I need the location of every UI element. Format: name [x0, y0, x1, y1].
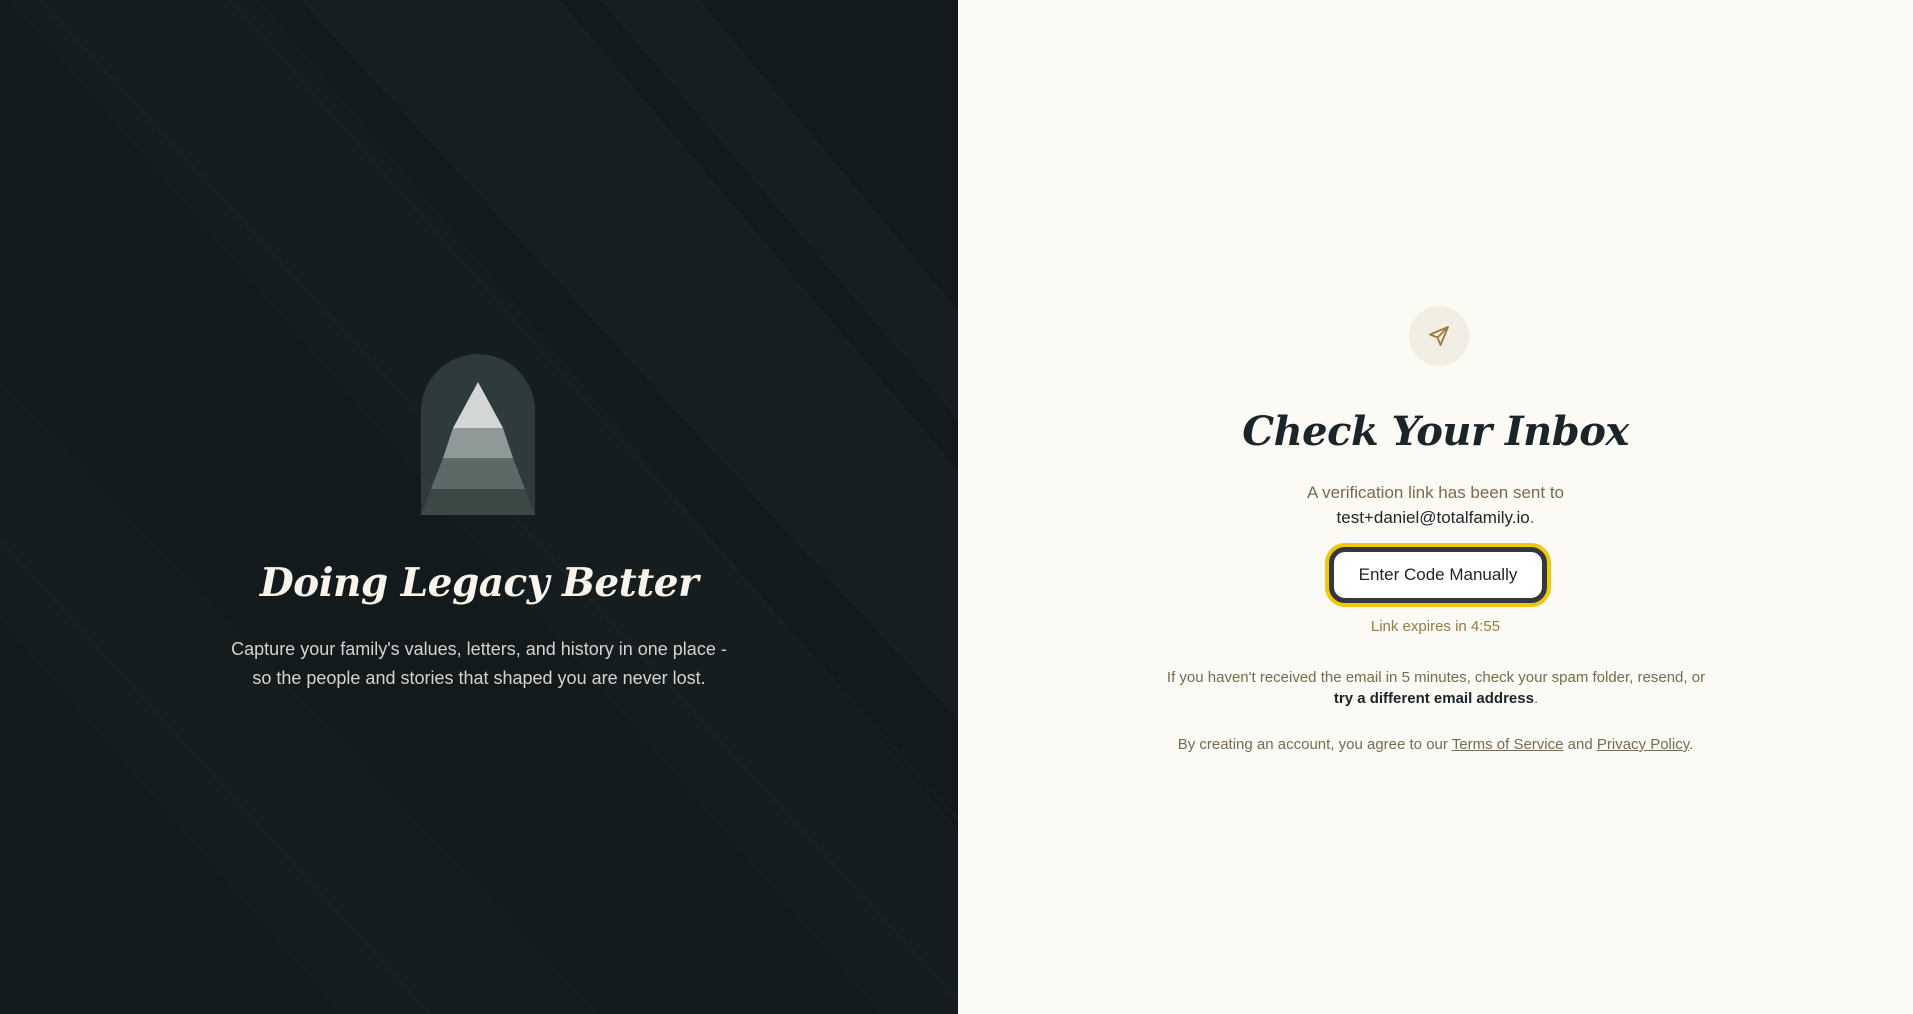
terms-agreement: By creating an account, you agree to our…: [958, 736, 1913, 753]
hero-subtitle-line1: Capture your family's values, letters, a…: [231, 639, 727, 659]
verification-message: A verification link has been sent to: [1306, 483, 1565, 502]
email-period: .: [1529, 508, 1535, 527]
help-prefix: If you haven't received the email in 5 m…: [1166, 669, 1638, 686]
tree-arch-logo: [421, 354, 535, 515]
agree-and: and: [1563, 736, 1597, 753]
page-title: Check Your Inbox: [1242, 408, 1629, 455]
enter-code-manually-label: Enter Code Manually: [1329, 547, 1547, 603]
verification-email: test+daniel@totalfamily.io.: [958, 505, 1913, 530]
enter-code-manually-button[interactable]: Enter Code Manually: [1325, 543, 1551, 607]
paper-plane-send-icon: [1429, 326, 1449, 346]
terms-of-service-link[interactable]: Terms of Service: [1452, 736, 1564, 753]
privacy-policy-link[interactable]: Privacy Policy: [1597, 736, 1689, 753]
agree-prefix: By creating an account, you agree to our: [1177, 736, 1452, 753]
agree-suffix: .: [1689, 736, 1694, 753]
hero-subtitle: Capture your family's values, letters, a…: [229, 635, 729, 693]
link-expiry-timer: Link expires in 4:55: [1370, 618, 1501, 635]
help-suffix: .: [1533, 690, 1539, 707]
send-icon-badge: [1409, 306, 1469, 366]
help-message: If you haven't received the email in 5 m…: [1160, 667, 1712, 709]
hero-subtitle-line2: so the people and stories that shaped yo…: [252, 668, 706, 688]
hero-title: Doing Legacy Better: [259, 560, 699, 606]
help-middle: , or: [1683, 669, 1706, 686]
resend-link[interactable]: resend: [1638, 669, 1684, 686]
left-hero-panel: Doing Legacy Better Capture your family'…: [0, 0, 958, 1014]
email-address: test+daniel@totalfamily.io: [1336, 508, 1530, 527]
different-email-link[interactable]: try a different email address: [1334, 690, 1534, 707]
